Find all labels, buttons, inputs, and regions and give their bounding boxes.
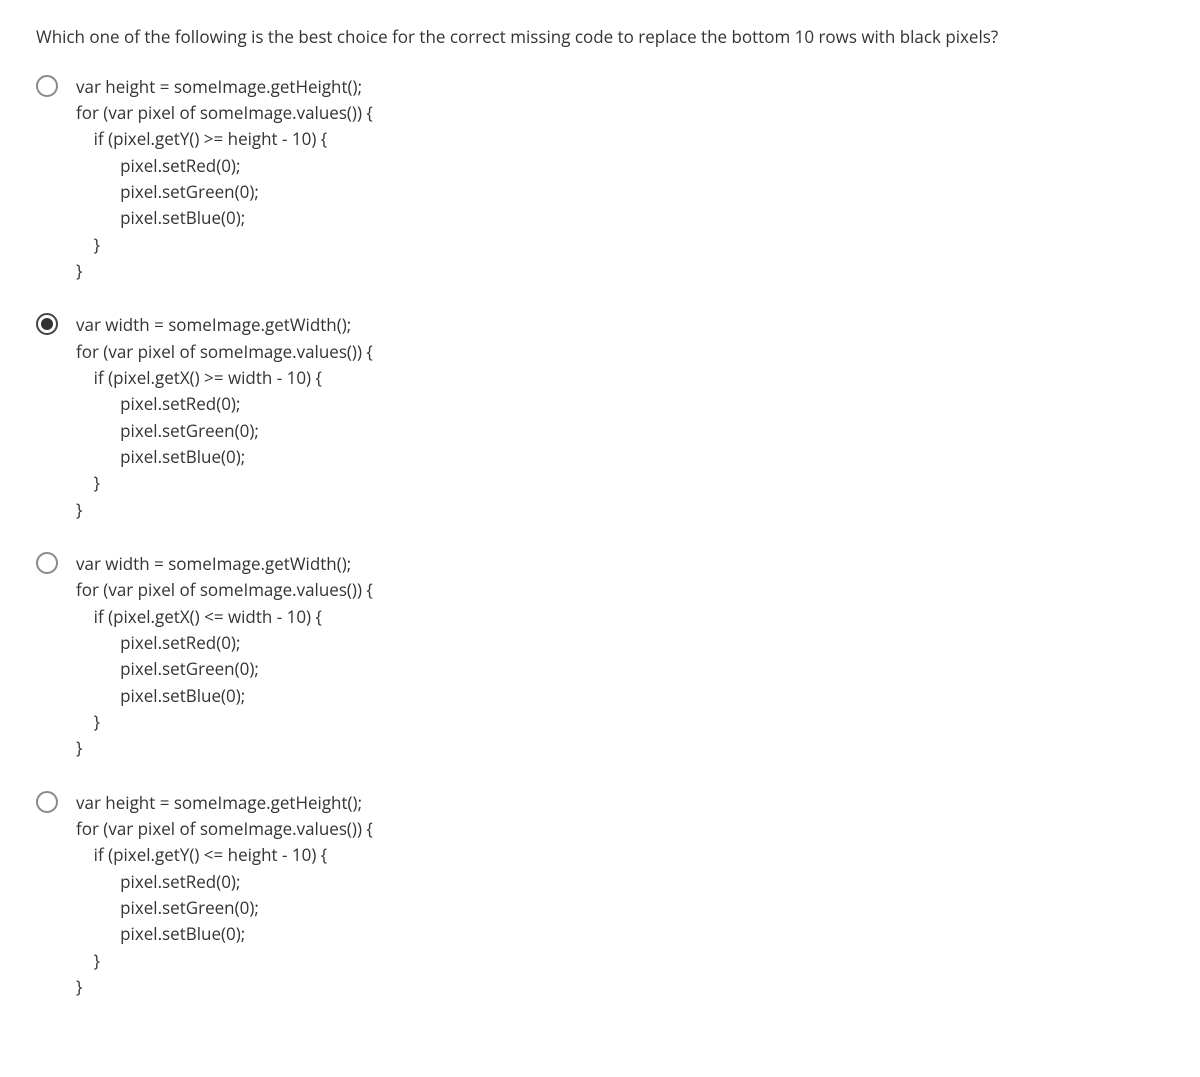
option-0[interactable]: var height = someImage.getHeight(); for …: [36, 74, 1164, 285]
option-code-2: var width = someImage.getWidth(); for (v…: [76, 551, 373, 762]
option-3[interactable]: var height = someImage.getHeight(); for …: [36, 790, 1164, 1001]
option-1[interactable]: var width = someImage.getWidth(); for (v…: [36, 312, 1164, 523]
radio-button-3[interactable]: [36, 791, 58, 813]
radio-button-2[interactable]: [36, 552, 58, 574]
option-code-1: var width = someImage.getWidth(); for (v…: [76, 312, 373, 523]
option-2[interactable]: var width = someImage.getWidth(); for (v…: [36, 551, 1164, 762]
question-text: Which one of the following is the best c…: [36, 24, 1164, 50]
radio-button-1[interactable]: [36, 313, 58, 335]
radio-button-0[interactable]: [36, 75, 58, 97]
option-code-0: var height = someImage.getHeight(); for …: [76, 74, 373, 285]
option-code-3: var height = someImage.getHeight(); for …: [76, 790, 373, 1001]
